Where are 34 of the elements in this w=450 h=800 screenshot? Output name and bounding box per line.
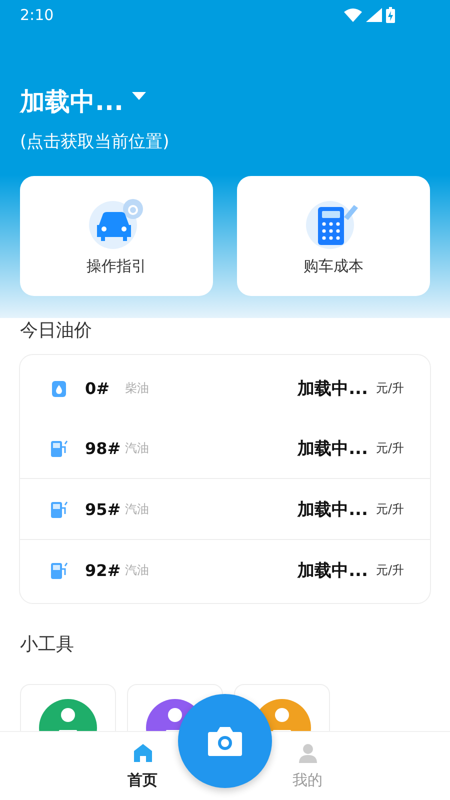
section-title: 小工具 bbox=[19, 633, 75, 656]
fuel-pump-icon bbox=[50, 500, 68, 518]
section-title: 今日油价 bbox=[19, 319, 93, 342]
oil-drop-icon bbox=[50, 379, 68, 397]
fuel-type: 汽油 bbox=[125, 562, 149, 578]
battery-icon bbox=[386, 7, 395, 23]
price-unit: 元/升 bbox=[376, 500, 404, 518]
wifi-icon bbox=[344, 8, 362, 22]
fuel-type: 柴油 bbox=[125, 380, 149, 396]
nav-tab[interactable]: 首页 bbox=[122, 732, 164, 800]
person-icon bbox=[298, 742, 318, 762]
fuel-grade: 92# bbox=[85, 560, 122, 580]
price-unit: 元/升 bbox=[376, 562, 404, 578]
shortcut-card[interactable]: 购车成本 bbox=[237, 176, 430, 296]
status-time: 2:10 bbox=[20, 6, 54, 24]
caret-icon bbox=[132, 92, 146, 100]
fuel-grade: 98# bbox=[85, 438, 122, 458]
fuel-pump-icon bbox=[50, 561, 68, 579]
fuel-grade: 95# bbox=[85, 500, 122, 518]
fuel-type: 汽油 bbox=[125, 500, 149, 518]
camera-icon bbox=[207, 726, 243, 756]
price-unit: 元/升 bbox=[376, 380, 404, 396]
shortcut-card[interactable]: 操作指引 bbox=[20, 176, 213, 296]
price-unit: 元/升 bbox=[376, 440, 404, 456]
fuel-type: 汽油 bbox=[125, 440, 149, 456]
fuel-grade: 0# bbox=[85, 378, 111, 398]
fuel-pump-icon bbox=[50, 439, 68, 457]
car-icon bbox=[88, 196, 144, 248]
home-icon bbox=[132, 742, 152, 762]
signal-icon bbox=[366, 8, 382, 22]
fuel-price: 加载中... bbox=[298, 438, 368, 460]
fuel-price: 加载中... bbox=[298, 378, 368, 400]
fuel-price: 加载中... bbox=[298, 560, 368, 582]
fuel-price: 加载中... bbox=[298, 498, 368, 520]
